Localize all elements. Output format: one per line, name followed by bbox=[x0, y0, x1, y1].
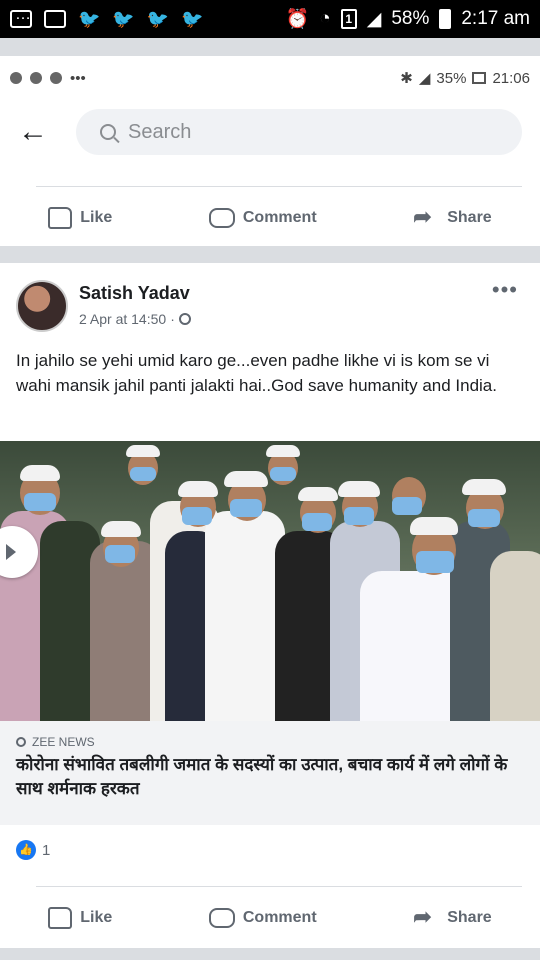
post-actions: Like Comment Share bbox=[0, 888, 540, 948]
globe-icon bbox=[178, 313, 191, 325]
share-icon bbox=[413, 904, 439, 930]
system-indicators: ⏰ ◔ 1 ◢ 58% 2:17 am bbox=[286, 7, 530, 31]
share-icon bbox=[413, 204, 439, 230]
source-icon bbox=[16, 737, 26, 747]
like-label: Like bbox=[80, 909, 113, 926]
post-photo[interactable] bbox=[0, 441, 540, 721]
like-label: Like bbox=[80, 209, 113, 226]
inner-clock: 21:06 bbox=[492, 69, 530, 87]
app-icon bbox=[50, 72, 62, 84]
app-icon bbox=[10, 72, 22, 84]
notification-icons: 🐦 🐦 🐦 🐦 bbox=[10, 6, 204, 30]
post-date[interactable]: 2 Apr at 14:50 bbox=[79, 311, 166, 327]
gallery-icon bbox=[44, 10, 66, 28]
inner-status-bar: ••• ✱ ◢ 35% 21:06 bbox=[0, 56, 540, 100]
comment-icon bbox=[208, 908, 235, 928]
source-name: ZEE NEWS bbox=[32, 735, 95, 749]
share-label: Share bbox=[447, 909, 492, 926]
twitter-icon: 🐦 bbox=[181, 8, 204, 29]
previous-post-card: Like Comment Share bbox=[0, 164, 540, 246]
thumbs-up-icon bbox=[48, 907, 73, 929]
battery-percent: 58% bbox=[391, 8, 430, 29]
inner-battery-percent: 35% bbox=[436, 69, 467, 87]
sim-icon: 1 bbox=[340, 9, 357, 29]
avatar[interactable] bbox=[16, 280, 68, 332]
twitter-icon: 🐦 bbox=[78, 8, 101, 29]
wifi-icon: ◔ bbox=[319, 8, 331, 29]
like-button[interactable]: Like bbox=[48, 907, 112, 929]
post-author[interactable]: Satish Yadav bbox=[79, 283, 190, 304]
share-button[interactable]: Share bbox=[413, 204, 492, 230]
signal-icon: ◢ bbox=[366, 8, 382, 30]
divider bbox=[36, 186, 522, 187]
more-notifications-icon: ••• bbox=[70, 69, 86, 87]
like-reaction-icon: 👍 bbox=[16, 840, 36, 860]
comment-label: Comment bbox=[242, 909, 317, 926]
phone-status-bar: 🐦 🐦 🐦 🐦 ⏰ ◔ 1 ◢ 58% 2:17 am bbox=[0, 0, 540, 38]
meta-separator: · bbox=[170, 311, 175, 327]
facebook-screenshot: ••• ✱ ◢ 35% 21:06 ← Search Like Comment bbox=[0, 38, 540, 960]
battery-icon bbox=[472, 72, 487, 84]
signal-icon: ◢ bbox=[418, 70, 431, 87]
reaction-count: 1 bbox=[42, 841, 51, 859]
share-label: Share bbox=[447, 209, 492, 226]
search-icon bbox=[100, 124, 116, 140]
link-preview[interactable]: ZEE NEWS कोरोना संभावित तबलीगी जमात के स… bbox=[0, 721, 540, 825]
back-arrow-icon[interactable]: ← bbox=[18, 115, 58, 149]
search-bar: ← Search bbox=[0, 100, 540, 164]
more-options-button[interactable]: ••• bbox=[492, 277, 518, 303]
previous-post-actions: Like Comment Share bbox=[0, 188, 540, 248]
search-input[interactable]: Search bbox=[76, 109, 522, 155]
share-button[interactable]: Share bbox=[413, 904, 492, 930]
comment-button[interactable]: Comment bbox=[208, 908, 317, 928]
twitter-icon: 🐦 bbox=[112, 8, 135, 29]
comment-button[interactable]: Comment bbox=[208, 208, 317, 228]
post-meta: 2 Apr at 14:50 · bbox=[79, 311, 191, 327]
twitter-icon: 🐦 bbox=[146, 8, 170, 29]
app-icon bbox=[30, 72, 42, 84]
thumbs-up-icon bbox=[48, 207, 73, 229]
reaction-summary[interactable]: 👍 1 bbox=[16, 840, 50, 860]
post-card: Satish Yadav 2 Apr at 14:50 · ••• In jah… bbox=[0, 263, 540, 948]
clock: 2:17 am bbox=[461, 8, 530, 29]
message-icon bbox=[10, 6, 32, 28]
alarm-icon: ⏰ bbox=[285, 9, 310, 30]
search-placeholder: Search bbox=[128, 120, 192, 143]
divider bbox=[36, 886, 522, 887]
battery-icon bbox=[439, 9, 452, 29]
bluetooth-icon: ✱ bbox=[400, 70, 413, 87]
link-headline: कोरोना संभावित तबलीगी जमात के सदस्यों का… bbox=[16, 755, 508, 798]
comment-icon bbox=[208, 208, 235, 228]
link-source: ZEE NEWS bbox=[16, 735, 524, 749]
comment-label: Comment bbox=[242, 209, 317, 226]
like-button[interactable]: Like bbox=[48, 207, 112, 229]
post-text: In jahilo se yehi umid karo ge...even pa… bbox=[16, 351, 497, 395]
